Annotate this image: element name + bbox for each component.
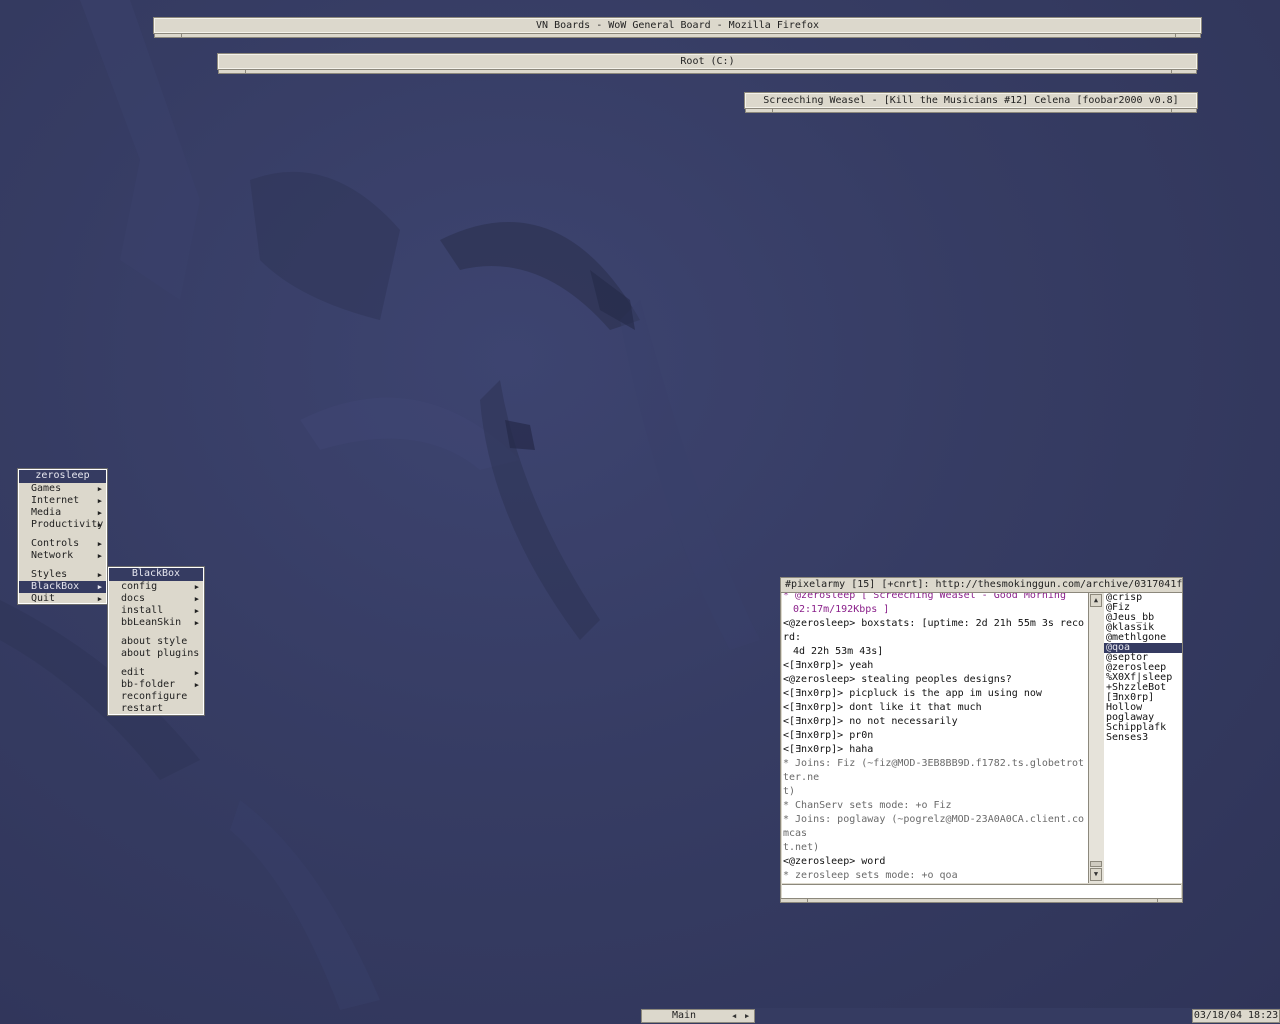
- menu-item-label: install: [121, 605, 164, 616]
- bb-menu-item-about-style[interactable]: about style: [109, 636, 203, 648]
- menu-item-label: bb-folder: [121, 679, 176, 690]
- bb-menu-item-install[interactable]: install ▶: [109, 605, 203, 617]
- bb-menu-item-config[interactable]: config ▶: [109, 581, 203, 593]
- submenu-arrow-icon: ▶: [194, 669, 199, 677]
- menu-item-styles[interactable]: Styles ▶: [19, 569, 106, 581]
- chat-line: 02:17m/192Kbps ]: [793, 604, 890, 615]
- chat-line: * Joins: poglaway (~pogrelz@MOD-23A0A0CA…: [783, 814, 1085, 839]
- irc-message-area[interactable]: <[Ǝnx0rp]> rippin sites is fun<[Ǝnx0rp]>…: [782, 593, 1088, 883]
- submenu-arrow-icon: ▶: [97, 485, 102, 493]
- submenu-arrow-icon: ▶: [97, 540, 102, 548]
- workspace-next-icon[interactable]: ▶: [745, 1010, 749, 1022]
- scroll-thumb[interactable]: [1090, 861, 1102, 867]
- menu-item-label: about style: [121, 636, 188, 647]
- foobar-window-titlebar[interactable]: Screeching Weasel - [Kill the Musicians …: [744, 92, 1198, 109]
- bb-menu-item-about-plugins[interactable]: about plugins: [109, 648, 203, 660]
- bb-menu-item-edit[interactable]: edit ▶: [109, 667, 203, 679]
- submenu-arrow-icon: ▶: [97, 595, 102, 603]
- blackbox-toolbar: Main ◀ ▶ 03/18/04 18:23: [640, 1008, 1280, 1024]
- scroll-down-icon[interactable]: ▼: [1090, 868, 1102, 881]
- menu-item-label: Styles: [31, 569, 68, 580]
- irc-window: #pixelarmy [15] [+cnrt]: http://thesmoki…: [780, 577, 1183, 903]
- toolbar-clock: 03/18/04 18:23: [1192, 1009, 1280, 1023]
- menu-item-label: config: [121, 581, 158, 592]
- irc-window-handle[interactable]: [780, 898, 1183, 903]
- bb-menu-item-docs[interactable]: docs ▶: [109, 593, 203, 605]
- scroll-up-icon[interactable]: ▲: [1090, 594, 1102, 607]
- explorer-window-titlebar[interactable]: Root (C:): [217, 53, 1198, 70]
- menu-item-label: BlackBox: [31, 581, 80, 592]
- submenu-arrow-icon: ▶: [194, 583, 199, 591]
- chat-line: <@zerosleep> boxstats: [uptime: 2d 21h 5…: [783, 618, 1085, 643]
- menu-item-label: docs: [121, 593, 146, 604]
- blackbox-submenu: BlackBox config ▶ docs ▶ install ▶ bbLeanSkin ▶ a…: [107, 566, 205, 716]
- menu-item-controls[interactable]: Controls ▶: [19, 538, 106, 550]
- irc-channel-title[interactable]: #pixelarmy [15] [+cnrt]: http://thesmoki…: [781, 578, 1182, 593]
- firefox-window-handle[interactable]: [154, 33, 1201, 38]
- chat-line: <[Ǝnx0rp]> picpluck is the app im using …: [783, 688, 1042, 699]
- submenu-arrow-icon: ▶: [97, 571, 102, 579]
- submenu-arrow-icon: ▶: [194, 595, 199, 603]
- submenu-arrow-icon: ▶: [97, 583, 102, 591]
- submenu-arrow-icon: ▶: [97, 509, 102, 517]
- menu-item-label: Quit: [31, 593, 56, 604]
- menu-item-label: Productivity: [31, 519, 104, 530]
- chat-line: 4d 22h 53m 43s]: [793, 646, 884, 657]
- nick-item[interactable]: Senses3: [1104, 733, 1182, 743]
- foobar-window-handle[interactable]: [745, 108, 1197, 113]
- menu-item-internet[interactable]: Internet ▶: [19, 495, 106, 507]
- menu-item-label: reconfigure: [121, 691, 188, 702]
- bb-menu-item-bb-folder[interactable]: bb-folder ▶: [109, 679, 203, 691]
- chat-line: * zerosleep sets mode: +o qoa: [783, 870, 958, 881]
- menu-item-label: Controls: [31, 538, 80, 549]
- chat-line: <@zerosleep> stealing peoples designs?: [783, 674, 1012, 685]
- bb-menu-item-restart[interactable]: restart: [109, 703, 203, 715]
- irc-scrollbar[interactable]: ▲ ▼: [1088, 593, 1104, 883]
- menu-item-blackbox[interactable]: BlackBox ▶: [19, 581, 106, 593]
- chat-line: t.net): [783, 842, 820, 853]
- chat-line: <[Ǝnx0rp]> haha: [783, 744, 874, 755]
- menu-item-media[interactable]: Media ▶: [19, 507, 106, 519]
- menu-item-label: about plugins: [121, 648, 200, 659]
- firefox-window-titlebar[interactable]: VN Boards - WoW General Board - Mozilla …: [153, 17, 1202, 34]
- root-menu-title: zerosleep: [19, 470, 106, 483]
- menu-item-network[interactable]: Network ▶: [19, 550, 106, 562]
- submenu-arrow-icon: ▶: [97, 497, 102, 505]
- submenu-arrow-icon: ▶: [97, 521, 102, 529]
- menu-item-label: bbLeanSkin: [121, 617, 182, 628]
- irc-input-field[interactable]: [782, 884, 1181, 898]
- chat-line: * ChanServ sets mode: +o Fiz: [783, 800, 952, 811]
- root-menu: zerosleep Games ▶ Internet ▶ Media ▶ Productivi…: [17, 468, 108, 605]
- menu-item-label: Games: [31, 483, 62, 494]
- irc-nick-list[interactable]: @crisp @Fiz @Jeus_bb @klassik @methlgone @qoa…: [1104, 593, 1182, 883]
- chat-line: <[Ǝnx0rp]> pr0n: [783, 730, 874, 741]
- bb-menu-item-reconfigure[interactable]: reconfigure: [109, 691, 203, 703]
- chat-line: t): [783, 786, 796, 797]
- submenu-arrow-icon: ▶: [97, 552, 102, 560]
- menu-item-label: Media: [31, 507, 62, 518]
- chat-line: * @zerosleep [ Screeching Weasel - Good …: [783, 593, 1066, 601]
- menu-item-label: Network: [31, 550, 74, 561]
- menu-item-label: restart: [121, 703, 164, 714]
- chat-line: <[Ǝnx0rp]> no not necessarily: [783, 716, 958, 727]
- submenu-arrow-icon: ▶: [194, 619, 199, 627]
- workspace-prev-icon[interactable]: ◀: [732, 1010, 736, 1022]
- menu-item-productivity[interactable]: Productivity ▶: [19, 519, 106, 531]
- workspace-name: Main: [672, 1010, 697, 1021]
- workspace-label[interactable]: Main ◀ ▶: [641, 1009, 755, 1023]
- chat-line: <[Ǝnx0rp]> yeah: [783, 660, 874, 671]
- submenu-arrow-icon: ▶: [194, 681, 199, 689]
- submenu-arrow-icon: ▶: [194, 607, 199, 615]
- chat-line: * Joins: Fiz (~fiz@MOD-3EB8BB9D.f1782.ts…: [783, 758, 1085, 783]
- menu-item-label: Internet: [31, 495, 80, 506]
- explorer-window-handle[interactable]: [218, 69, 1197, 74]
- menu-item-label: edit: [121, 667, 146, 678]
- blackbox-menu-title: BlackBox: [109, 568, 203, 581]
- chat-line: <[Ǝnx0rp]> dont like it that much: [783, 702, 982, 713]
- bb-menu-item-bbleanskin[interactable]: bbLeanSkin ▶: [109, 617, 203, 629]
- menu-item-quit[interactable]: Quit ▶: [19, 593, 106, 605]
- chat-line: <@zerosleep> word: [783, 856, 886, 867]
- menu-item-games[interactable]: Games ▶: [19, 483, 106, 495]
